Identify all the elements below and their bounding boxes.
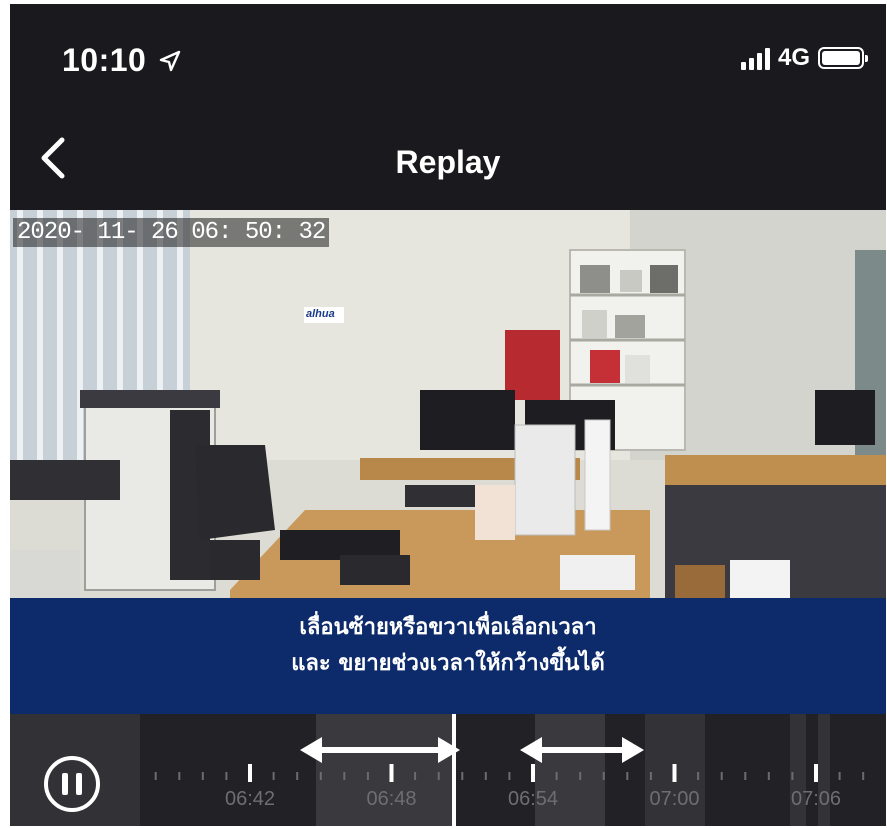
pause-button[interactable] (44, 756, 100, 812)
caption-line-2: และ ขยายช่วงเวลาให้กว้างขึ้นได้ (291, 651, 605, 676)
cellular-signal-icon (740, 46, 770, 70)
double-arrow-icon (520, 737, 644, 763)
timeline-time-label: 06:54 (507, 788, 559, 810)
brand-sign: alhua (306, 308, 335, 320)
camera-video-frame[interactable]: 2020- 11- 26 06: 50: 32 alhua (10, 210, 886, 598)
network-type: 4G (777, 44, 810, 71)
nav-bar: Replay (10, 114, 886, 210)
location-arrow-icon (159, 50, 180, 72)
timeline-time-label: 06:48 (366, 788, 417, 810)
instruction-caption: เลื่อนซ้ายหรือขวาเพื่อเลือกเวลา และ ขยาย… (10, 598, 886, 714)
phone-screen: 10:10 4G Replay 2020- 11- 26 06: 50: 32 … (10, 4, 886, 826)
caption-line-1: เลื่อนซ้ายหรือขวาเพื่อเลือกเวลา (299, 615, 597, 640)
battery-icon (818, 47, 868, 69)
double-arrow-icon (300, 737, 460, 763)
office-scene-image (10, 210, 886, 598)
playback-control-area (10, 714, 140, 826)
status-indicators: 4G (740, 44, 868, 72)
timeline-time-label: 07:06 (790, 788, 842, 810)
video-timestamp: 2020- 11- 26 06: 50: 32 (13, 218, 330, 247)
replay-timeline[interactable]: 06:42 06:48 06:54 07:00 07:06 (10, 714, 886, 826)
page-title: Replay (395, 144, 501, 180)
status-time: 10:10 (62, 42, 182, 79)
status-bar: 10:10 4G (10, 4, 886, 114)
timeline-time-label: 06:42 (224, 788, 276, 810)
status-time-text: 10:10 (62, 42, 147, 78)
pause-icon (62, 773, 68, 795)
timeline-time-label: 07:00 (649, 788, 700, 810)
